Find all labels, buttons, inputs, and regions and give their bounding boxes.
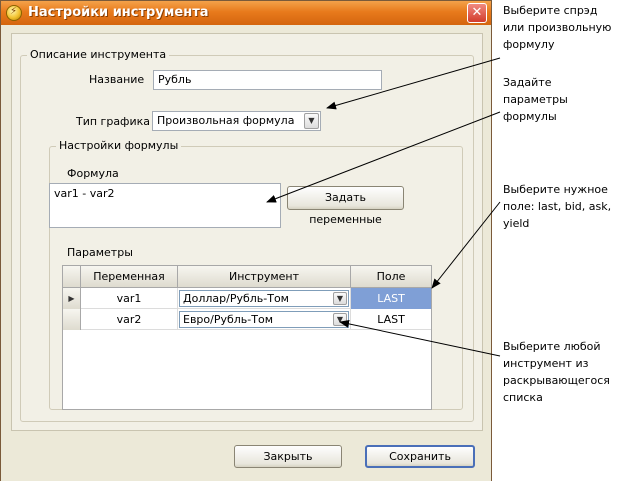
annotation-line: параметры	[503, 93, 568, 106]
callout-arrows	[266, 57, 501, 357]
annotation-line: Выберите спрэд	[503, 4, 598, 17]
arrow-formula	[266, 111, 501, 203]
annotation-line: формулу	[503, 38, 555, 51]
annotation-line: Выберите любой	[503, 340, 601, 353]
arrow-field	[431, 201, 501, 289]
annotation-line: yield	[503, 217, 530, 230]
annotation-line: или произвольную	[503, 21, 612, 34]
annotation-line: Выберите нужное	[503, 183, 608, 196]
annotation-line: инструмент из	[503, 357, 589, 370]
annotation-field: Выберите нужное поле: last, bid, ask, yi…	[503, 181, 611, 232]
annotation-chart-type: Выберите спрэд или произвольную формулу	[503, 2, 611, 53]
annotation-line: раскрывающегося	[503, 374, 610, 387]
arrow-instrument	[339, 319, 501, 357]
annotation-line: Задайте	[503, 76, 552, 89]
annotation-formula: Задайте параметры формулы	[503, 74, 568, 125]
annotation-line: формулы	[503, 110, 557, 123]
annotation-line: списка	[503, 391, 543, 404]
arrow-chart-type	[326, 57, 501, 110]
annotation-line: поле: last, bid, ask,	[503, 200, 612, 213]
annotation-instrument: Выберите любой инструмент из раскрывающе…	[503, 338, 610, 406]
